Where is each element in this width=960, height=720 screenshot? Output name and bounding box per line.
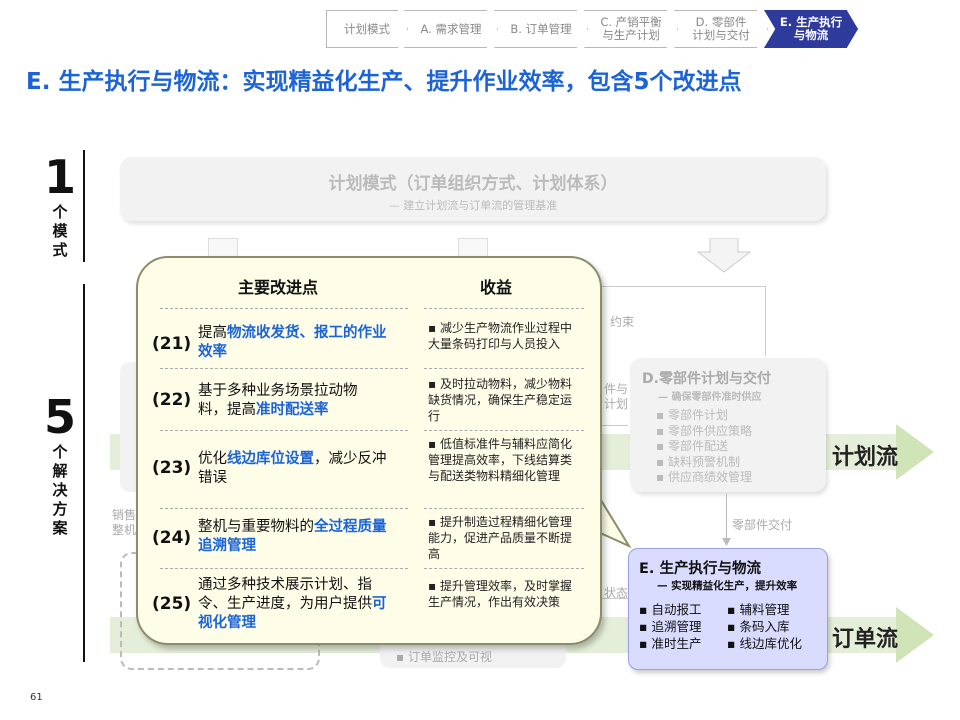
- parts-plan-title: D.零部件计划与交付: [642, 371, 771, 387]
- improvement-text: 通过多种技术展示计划、指令、生产进度，为用户提供可视化管理: [198, 577, 387, 631]
- parts-plan-item: ▪ 零部件计划 ▪ 零部件供应策略 ▪ 零部件配送 ▪ 缺料预警机制 ▪ 供应商…: [656, 408, 752, 486]
- parts-delivery-label: 零部件交付: [732, 518, 793, 532]
- list-item: ▪ 缺料预警机制: [656, 454, 740, 469]
- improvement-text: 提高物流收发货、报工的作业效率: [198, 325, 387, 360]
- list-item: ▪ 零部件供应策略: [656, 423, 752, 438]
- divider: [160, 508, 408, 509]
- plan-mode-title: 计划模式（订单组织方式、计划体系）: [328, 174, 618, 194]
- benefits-header: 收益: [480, 278, 513, 297]
- one-mode-label: 个模式: [52, 203, 68, 259]
- table-row: (23) 优化线边库位设置，减少反冲错误 ▪ 低值标准件与辅料应简化管理提高效率…: [138, 432, 600, 504]
- connector-line: [598, 598, 628, 599]
- plan-mode-subtitle: — 建立计划流与订单流的管理基准: [388, 199, 558, 212]
- e-box-subtitle: — 实现精益化生产，提升效率: [657, 580, 798, 592]
- breadcrumb-step-a[interactable]: A. 需求管理: [404, 10, 498, 48]
- page-number: 61: [30, 692, 43, 703]
- divider: [424, 430, 584, 431]
- e-box-right-items: ▪ 辅料管理 ▪ 条码入库 ▪ 线边库优化: [727, 601, 802, 652]
- breadcrumb-step-d[interactable]: D. 零部件 计划与交付: [674, 10, 768, 48]
- sales-label: 销售 整机: [112, 508, 137, 537]
- constraint-label: 约束: [610, 315, 635, 329]
- breadcrumb-step-e-active[interactable]: E. 生产执行 与物流: [764, 10, 858, 48]
- parts-plan-delivery-box: D.零部件计划与交付 — 确保零部件准时供应 ▪ 零部件计划 ▪ 零部件供应策略…: [630, 358, 826, 492]
- down-arrow-icon: [696, 238, 752, 273]
- e-box-left-items: ▪ 自动报工 ▪ 追溯管理 ▪ 准时生产: [639, 601, 701, 652]
- divider: [160, 568, 408, 569]
- divider-line-top: [83, 150, 85, 262]
- divider: [160, 368, 408, 369]
- improvement-number: (23): [152, 458, 192, 478]
- improvement-number: (21): [152, 334, 192, 354]
- benefit-text: ▪ 减少生产物流作业过程中大量条码打印与人员投入: [428, 321, 572, 351]
- order-flow-arrow-icon: [896, 607, 934, 663]
- list-item: ▪ 供应商绩效管理: [656, 470, 752, 484]
- breadcrumb-step-b[interactable]: B. 订单管理: [494, 10, 588, 48]
- benefit-text: ▪ 低值标准件与辅料应简化管理提高效率，下线结算类与配送类物料精细化管理: [428, 437, 573, 483]
- connector-line: [598, 286, 766, 287]
- plan-flow-label: 计划流: [832, 445, 899, 470]
- breadcrumb-step-c[interactable]: C. 产销平衡 与生产计划: [584, 10, 678, 48]
- divider: [424, 308, 584, 309]
- list-item: ▪ 条码入库: [727, 619, 790, 634]
- improvement-number: (24): [152, 528, 192, 548]
- plan-flow-arrow-icon: [896, 424, 934, 480]
- order-monitor-label: ▪ 订单监控及可视: [396, 650, 492, 664]
- improvement-number: (22): [152, 390, 192, 410]
- divider: [160, 308, 408, 309]
- list-item: ▪ 辅料管理: [727, 602, 790, 617]
- small-down-arrow-icon: [722, 538, 731, 546]
- list-item: ▪ 准时生产: [639, 636, 702, 651]
- one-mode-number: 1: [43, 150, 76, 204]
- e-box-title: E. 生产执行与物流: [639, 561, 761, 577]
- table-row: (25) 通过多种技术展示计划、指令、生产进度，为用户提供可视化管理 ▪ 提升管…: [138, 570, 600, 636]
- divider-line-bottom: [83, 284, 85, 662]
- list-item: ▪ 线边库优化: [727, 636, 802, 651]
- order-flow-label: 订单流: [832, 627, 899, 652]
- list-item: ▪ 追溯管理: [639, 619, 702, 634]
- improvement-callout: 主要改进点 收益 (21) 提高物流收发货、报工的作业效率 ▪ 减少生产物流作业…: [136, 256, 602, 645]
- plan-fragment-label: 件与 计划: [604, 382, 629, 411]
- connector-line: [765, 286, 766, 356]
- list-item: ▪ 自动报工: [639, 602, 702, 617]
- improvement-text: 整机与重要物料的全过程质量追溯管理: [198, 519, 387, 554]
- page-title: E. 生产执行与物流：实现精益化生产、提升作业效率，包含5个改进点: [26, 69, 742, 95]
- plan-mode-box: 计划模式（订单组织方式、计划体系） — 建立计划流与订单流的管理基准: [120, 157, 826, 221]
- production-execution-box: E. 生产执行与物流 — 实现精益化生产，提升效率 ▪ 自动报工 ▪ 追溯管理 …: [628, 548, 828, 670]
- divider: [424, 368, 584, 369]
- benefit-text: ▪ 提升制造过程精细化管理能力，促进产品质量不断提高: [428, 515, 573, 561]
- improvement-text: 基于多种业务场景拉动物料，提高准时配送率: [198, 383, 358, 418]
- parts-plan-subtitle: — 确保零部件准时供应: [658, 392, 762, 403]
- table-row: (22) 基于多种业务场景拉动物料，提高准时配送率 ▪ 及时拉动物料，减少物料缺…: [138, 370, 600, 430]
- divider: [160, 430, 408, 431]
- table-row: (21) 提高物流收发货、报工的作业效率 ▪ 减少生产物流作业过程中大量条码打印…: [138, 314, 600, 370]
- five-solutions-number: 5: [43, 390, 76, 444]
- divider: [424, 568, 584, 569]
- breadcrumb-step-plan-mode[interactable]: 计划模式: [326, 10, 408, 48]
- improvement-number: (25): [152, 594, 192, 614]
- improvement-text: 优化线边库位设置，减少反冲错误: [198, 451, 387, 486]
- divider: [424, 508, 584, 509]
- five-solutions-label: 个解决方案: [52, 443, 68, 537]
- list-item: ▪ 零部件配送: [656, 439, 728, 453]
- improvements-header: 主要改进点: [238, 278, 319, 297]
- list-item: ▪ 零部件计划: [656, 408, 728, 422]
- benefit-text: ▪ 及时拉动物料，减少物料缺货情况，确保生产稳定运行: [428, 377, 573, 423]
- benefit-text: ▪ 提升管理效率，及时掌握生产情况，作出有效决策: [428, 579, 572, 609]
- table-row: (24) 整机与重要物料的全过程质量追溯管理 ▪ 提升制造过程精细化管理能力，促…: [138, 510, 600, 566]
- connector-line: [726, 494, 727, 542]
- connector-line: [598, 425, 628, 426]
